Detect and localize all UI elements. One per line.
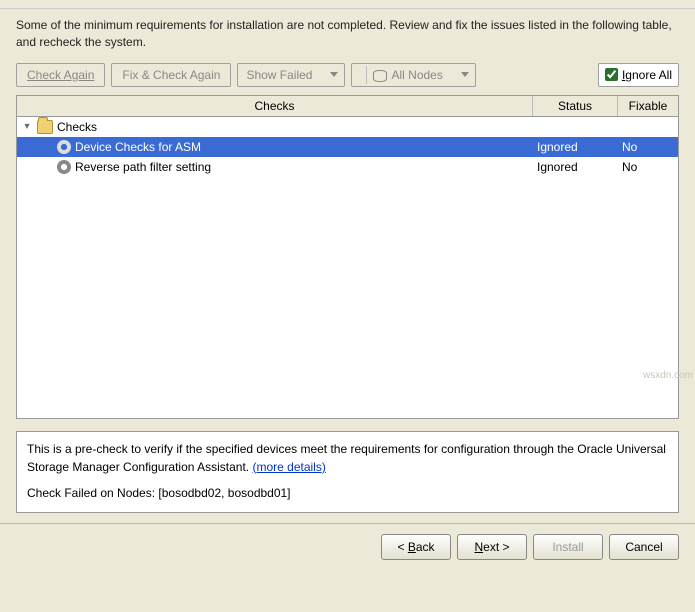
status-cell: Ignored	[533, 160, 618, 174]
col-fixable[interactable]: Fixable	[618, 96, 678, 116]
collapse-icon[interactable]: ▾	[21, 121, 33, 133]
wizard-footer: < Back Next > Install Cancel	[0, 523, 695, 570]
gear-icon	[57, 160, 71, 174]
ignore-all-checkbox[interactable]	[605, 68, 618, 81]
check-label: Device Checks for ASM	[75, 140, 201, 154]
col-status[interactable]: Status	[533, 96, 618, 116]
fixable-cell: No	[618, 140, 678, 154]
folder-icon	[37, 120, 53, 134]
table-header: Checks Status Fixable	[17, 96, 678, 117]
status-cell: Ignored	[533, 140, 618, 154]
more-details-link[interactable]: (more details)	[252, 460, 325, 474]
check-label: Reverse path filter setting	[75, 160, 211, 174]
install-button: Install	[533, 534, 603, 560]
show-failed-dropdown[interactable]: Show Failed	[237, 63, 345, 87]
details-panel: This is a pre-check to verify if the spe…	[16, 431, 679, 513]
next-button[interactable]: Next >	[457, 534, 527, 560]
all-nodes-dropdown[interactable]: All Nodes	[351, 63, 475, 87]
toolbar: Check Again Fix & Check Again Show Faile…	[16, 63, 679, 87]
back-button[interactable]: < Back	[381, 534, 451, 560]
root-label: Checks	[57, 120, 97, 134]
chevron-down-icon	[461, 72, 469, 77]
watermark: wsxdn.com	[643, 370, 693, 381]
fixable-cell: No	[618, 160, 678, 174]
table-row[interactable]: Reverse path filter setting Ignored No	[17, 157, 678, 177]
tree-root[interactable]: ▾ Checks	[17, 117, 678, 137]
col-checks[interactable]: Checks	[17, 96, 533, 116]
table-row[interactable]: Device Checks for ASM Ignored No	[17, 137, 678, 157]
fix-check-again-button[interactable]: Fix & Check Again	[111, 63, 231, 87]
details-text: This is a pre-check to verify if the spe…	[27, 442, 666, 474]
gear-icon	[57, 140, 71, 154]
cancel-button[interactable]: Cancel	[609, 534, 679, 560]
checks-table: Checks Status Fixable ▾ Checks Device	[16, 95, 679, 419]
intro-text: Some of the minimum requirements for ins…	[16, 17, 679, 51]
chevron-down-icon	[330, 72, 338, 77]
check-again-button[interactable]: Check Again	[16, 63, 105, 87]
database-icon	[373, 68, 387, 82]
failed-nodes-text: Check Failed on Nodes: [bosodbd02, bosod…	[27, 484, 668, 502]
ignore-all-toggle[interactable]: IIgnore Allgnore All	[598, 63, 679, 87]
